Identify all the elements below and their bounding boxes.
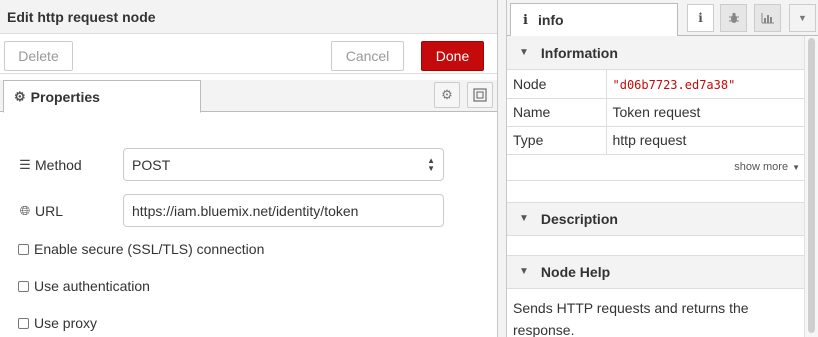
auth-option: Use authentication: [18, 278, 150, 294]
table-row: Name Token request: [507, 98, 804, 127]
select-arrows-icon: ▲ ▼: [427, 155, 435, 173]
done-button[interactable]: Done: [421, 41, 484, 71]
edit-tray: Edit http request node Delete Cancel Don…: [0, 0, 498, 337]
chevron-down-icon: ▼: [519, 47, 529, 58]
auth-label: Use authentication: [34, 278, 150, 294]
caret-down-icon: ▼: [792, 162, 800, 172]
ssl-option: Enable secure (SSL/TLS) connection: [18, 241, 264, 257]
chevron-down-icon: ▼: [519, 266, 529, 277]
sidebar-content: ▼ Information Node "d06b7723.ed7a38" Nam…: [507, 36, 804, 337]
property-value: Token request: [606, 98, 804, 127]
property-value: http request: [606, 126, 804, 155]
list-icon: ☰: [19, 156, 31, 172]
chevron-down-icon: ▼: [798, 13, 807, 23]
sidebar-scrollbar[interactable]: [804, 36, 818, 337]
ssl-label: Enable secure (SSL/TLS) connection: [34, 241, 265, 257]
tab-properties-label: Properties: [30, 88, 100, 105]
ssl-checkbox[interactable]: [18, 243, 29, 255]
sidebar: i info i ▼ ▼ Information Node "d06b7723.…: [507, 0, 818, 337]
tray-title: Edit http request node: [0, 0, 497, 34]
node-appearance-button[interactable]: [467, 82, 493, 108]
table-row: Type http request: [507, 126, 804, 155]
tray-tabs: ⚙ Properties ⚙: [0, 80, 497, 113]
show-more-label: show more: [734, 161, 789, 173]
sidebar-chart-button[interactable]: [754, 4, 781, 32]
url-label-group: 🌐︎ URL: [17, 203, 123, 219]
node-help-section-title: Node Help: [540, 263, 611, 280]
scrollbar-thumb[interactable]: [808, 38, 815, 333]
proxy-option: Use proxy: [18, 315, 97, 331]
delete-button[interactable]: Delete: [4, 41, 73, 71]
url-input[interactable]: https://iam.bluemix.net/identity/token: [123, 194, 444, 227]
auth-checkbox[interactable]: [18, 280, 29, 292]
sidebar-debug-button[interactable]: [720, 4, 747, 32]
sidebar-info-button[interactable]: i: [687, 4, 714, 32]
url-row: 🌐︎ URL https://iam.bluemix.net/identity/…: [17, 194, 444, 227]
globe-icon: 🌐︎: [19, 202, 31, 218]
info-icon: i: [698, 11, 703, 25]
info-icon: i: [523, 12, 528, 28]
proxy-label: Use proxy: [34, 315, 98, 331]
node-help-text: Sends HTTP requests and returns the resp…: [513, 299, 749, 337]
table-row: Node "d06b7723.ed7a38": [507, 70, 804, 99]
gear-icon: ⚙: [14, 88, 26, 104]
node-help-section-header[interactable]: ▼ Node Help: [507, 254, 804, 289]
node-settings-button[interactable]: ⚙: [434, 82, 460, 108]
method-value: POST: [132, 156, 171, 173]
method-label-group: ☰ Method: [17, 157, 123, 173]
tab-info[interactable]: i info: [510, 3, 678, 37]
method-row: ☰ Method POST ▲ ▼: [17, 148, 444, 181]
gear-icon: ⚙: [441, 87, 453, 102]
bug-icon: [728, 12, 739, 23]
tray-toolbar: Delete Cancel Done: [0, 34, 497, 74]
property-key: Name: [507, 98, 607, 127]
frame-icon: [473, 88, 487, 102]
bar-chart-icon: [761, 13, 774, 24]
information-section-title: Information: [540, 44, 618, 61]
tab-properties[interactable]: ⚙ Properties: [3, 80, 201, 113]
chevron-down-icon: ▼: [519, 213, 529, 224]
panel-resize-handle[interactable]: [498, 0, 507, 337]
sidebar-tabs: i info i ▼: [507, 0, 818, 37]
cancel-button[interactable]: Cancel: [331, 41, 404, 71]
show-more-link[interactable]: show more ▼: [507, 155, 804, 181]
method-label: Method: [35, 156, 82, 173]
description-section-title: Description: [540, 210, 618, 227]
property-value: "d06b7723.ed7a38": [606, 70, 804, 99]
description-section-header[interactable]: ▼ Description: [507, 201, 804, 236]
proxy-checkbox[interactable]: [18, 317, 29, 329]
node-id-value: "d06b7723.ed7a38": [612, 77, 736, 92]
information-section-header[interactable]: ▼ Information: [507, 36, 804, 70]
tab-info-label: info: [537, 12, 564, 28]
method-select[interactable]: POST ▲ ▼: [123, 148, 444, 181]
sidebar-menu-button[interactable]: ▼: [789, 4, 816, 32]
property-key: Type: [507, 126, 607, 155]
node-properties-table: Node "d06b7723.ed7a38" Name Token reques…: [507, 70, 804, 155]
url-label: URL: [35, 202, 64, 219]
property-key: Node: [507, 70, 607, 99]
